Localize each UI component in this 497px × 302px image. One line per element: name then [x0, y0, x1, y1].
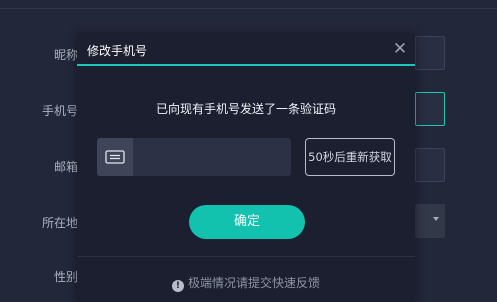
- verification-code-field: [97, 138, 291, 176]
- chevron-down-icon: [433, 217, 439, 221]
- exclamation-icon: !: [171, 280, 184, 292]
- change-phone-dialog: 修改手机号 ✕ 已向现有手机号发送了一条验证码 50秒后重新获取 确定 ! 极端情…: [77, 34, 415, 302]
- background-divider: [0, 8, 497, 9]
- dialog-header: 修改手机号 ✕: [77, 34, 415, 66]
- quick-feedback-text: 极端情况请提交快速反馈: [187, 276, 320, 290]
- verification-code-input[interactable]: [133, 138, 291, 176]
- dialog-title: 修改手机号: [87, 44, 148, 58]
- quick-feedback-link[interactable]: ! 极端情况请提交快速反馈: [77, 274, 415, 292]
- nickname-input[interactable]: [415, 36, 445, 70]
- close-icon[interactable]: ✕: [391, 40, 409, 58]
- phone-label: 手机号: [41, 104, 78, 118]
- sms-code-icon: [97, 138, 133, 176]
- gender-label: 性别: [53, 270, 78, 284]
- footer-divider: [77, 256, 415, 257]
- location-label: 所在地: [41, 216, 78, 230]
- resend-code-button[interactable]: 50秒后重新获取: [305, 138, 395, 176]
- phone-input[interactable]: [415, 92, 445, 126]
- verification-info-text: 已向现有手机号发送了一条验证码: [155, 102, 336, 116]
- confirm-button[interactable]: 确定: [189, 205, 305, 239]
- location-select[interactable]: [415, 204, 445, 238]
- email-input[interactable]: [415, 148, 445, 182]
- nickname-label: 昵称: [53, 48, 78, 62]
- email-label: 邮箱: [53, 160, 78, 174]
